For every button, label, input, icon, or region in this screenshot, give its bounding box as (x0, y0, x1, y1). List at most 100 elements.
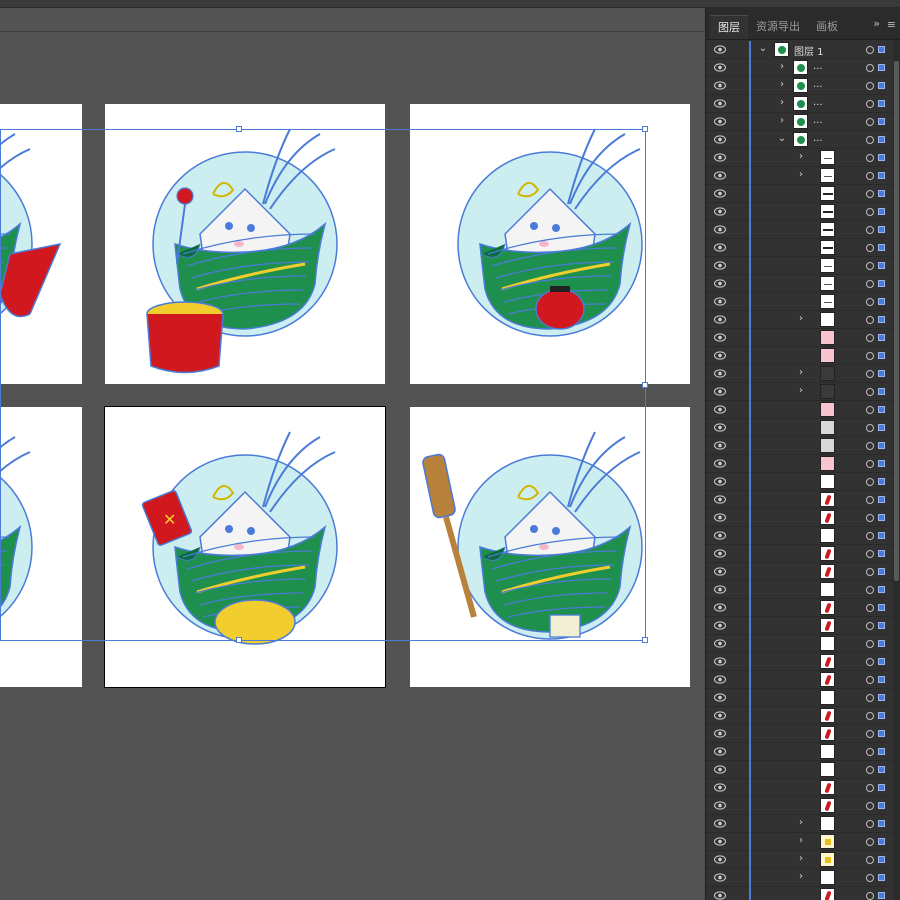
layer-row[interactable] (706, 419, 892, 437)
target-circle-icon[interactable] (866, 874, 874, 882)
layer-name[interactable]: ... (813, 97, 823, 108)
target-circle-icon[interactable] (866, 172, 874, 180)
target-circle-icon[interactable] (866, 838, 874, 846)
visibility-eye-icon[interactable] (714, 261, 726, 270)
visibility-eye-icon[interactable] (714, 639, 726, 648)
target-circle-icon[interactable] (866, 226, 874, 234)
visibility-eye-icon[interactable] (714, 45, 726, 54)
layer-row[interactable] (706, 563, 892, 581)
visibility-eye-icon[interactable] (714, 873, 726, 882)
visibility-eye-icon[interactable] (714, 477, 726, 486)
visibility-eye-icon[interactable] (714, 819, 726, 828)
visibility-eye-icon[interactable] (714, 297, 726, 306)
visibility-eye-icon[interactable] (714, 603, 726, 612)
layer-row[interactable] (706, 473, 892, 491)
selection-indicator[interactable] (878, 82, 885, 89)
layer-row[interactable] (706, 671, 892, 689)
selection-indicator[interactable] (878, 316, 885, 323)
visibility-eye-icon[interactable] (714, 549, 726, 558)
layer-row[interactable] (706, 581, 892, 599)
chevron-right-icon[interactable]: › (796, 151, 806, 162)
target-circle-icon[interactable] (866, 856, 874, 864)
target-circle-icon[interactable] (866, 514, 874, 522)
layer-row[interactable]: › (706, 167, 892, 185)
selection-indicator[interactable] (878, 658, 885, 665)
layer-row[interactable]: › (706, 833, 892, 851)
target-circle-icon[interactable] (866, 244, 874, 252)
selection-indicator[interactable] (878, 208, 885, 215)
layer-row[interactable] (706, 725, 892, 743)
visibility-eye-icon[interactable] (714, 693, 726, 702)
target-circle-icon[interactable] (866, 442, 874, 450)
selection-indicator[interactable] (878, 730, 885, 737)
layer-row[interactable] (706, 743, 892, 761)
selection-indicator[interactable] (878, 262, 885, 269)
selection-indicator[interactable] (878, 586, 885, 593)
layer-row[interactable] (706, 635, 892, 653)
visibility-eye-icon[interactable] (714, 729, 726, 738)
visibility-eye-icon[interactable] (714, 567, 726, 576)
selection-indicator[interactable] (878, 172, 885, 179)
layer-row[interactable]: ⌄ 图层 1 (706, 41, 892, 59)
layer-row[interactable] (706, 545, 892, 563)
visibility-eye-icon[interactable] (714, 351, 726, 360)
selection-indicator[interactable] (878, 532, 885, 539)
visibility-eye-icon[interactable] (714, 495, 726, 504)
target-circle-icon[interactable] (866, 262, 874, 270)
layer-row[interactable] (706, 221, 892, 239)
layer-row[interactable] (706, 185, 892, 203)
target-circle-icon[interactable] (866, 64, 874, 72)
layer-row[interactable] (706, 509, 892, 527)
visibility-eye-icon[interactable] (714, 675, 726, 684)
layer-row[interactable] (706, 203, 892, 221)
visibility-eye-icon[interactable] (714, 531, 726, 540)
target-circle-icon[interactable] (866, 820, 874, 828)
target-circle-icon[interactable] (866, 154, 874, 162)
chevron-right-icon[interactable]: › (796, 853, 806, 864)
selection-indicator[interactable] (878, 640, 885, 647)
visibility-eye-icon[interactable] (714, 459, 726, 468)
layer-row[interactable] (706, 779, 892, 797)
target-circle-icon[interactable] (866, 532, 874, 540)
selection-indicator[interactable] (878, 244, 885, 251)
chevron-right-icon[interactable]: › (796, 169, 806, 180)
layer-row[interactable] (706, 707, 892, 725)
chevron-right-icon[interactable]: › (777, 61, 787, 72)
target-circle-icon[interactable] (866, 316, 874, 324)
target-circle-icon[interactable] (866, 280, 874, 288)
selection-indicator[interactable] (878, 712, 885, 719)
selection-indicator[interactable] (878, 568, 885, 575)
selection-indicator[interactable] (878, 478, 885, 485)
chevron-right-icon[interactable]: › (796, 871, 806, 882)
selection-indicator[interactable] (878, 118, 885, 125)
target-circle-icon[interactable] (866, 784, 874, 792)
target-circle-icon[interactable] (866, 496, 874, 504)
target-circle-icon[interactable] (866, 100, 874, 108)
selection-indicator[interactable] (878, 424, 885, 431)
selection-indicator[interactable] (878, 298, 885, 305)
target-circle-icon[interactable] (866, 370, 874, 378)
chevron-right-icon[interactable]: › (777, 115, 787, 126)
artboard-paddle[interactable] (410, 407, 690, 687)
target-circle-icon[interactable] (866, 406, 874, 414)
layer-row[interactable]: › (706, 311, 892, 329)
visibility-eye-icon[interactable] (714, 621, 726, 630)
target-circle-icon[interactable] (866, 694, 874, 702)
selection-indicator[interactable] (878, 892, 885, 899)
visibility-eye-icon[interactable] (714, 81, 726, 90)
layer-row[interactable] (706, 887, 892, 900)
artboard-partial-bottom[interactable] (0, 407, 82, 687)
selection-indicator[interactable] (878, 226, 885, 233)
visibility-eye-icon[interactable] (714, 153, 726, 162)
tab-artboards[interactable]: 画板 (808, 15, 846, 39)
visibility-eye-icon[interactable] (714, 117, 726, 126)
target-circle-icon[interactable] (866, 388, 874, 396)
layer-row[interactable] (706, 599, 892, 617)
layer-row[interactable] (706, 257, 892, 275)
selection-indicator[interactable] (878, 154, 885, 161)
target-circle-icon[interactable] (866, 748, 874, 756)
chevron-right-icon[interactable]: › (777, 97, 787, 108)
visibility-eye-icon[interactable] (714, 657, 726, 666)
visibility-eye-icon[interactable] (714, 801, 726, 810)
visibility-eye-icon[interactable] (714, 63, 726, 72)
